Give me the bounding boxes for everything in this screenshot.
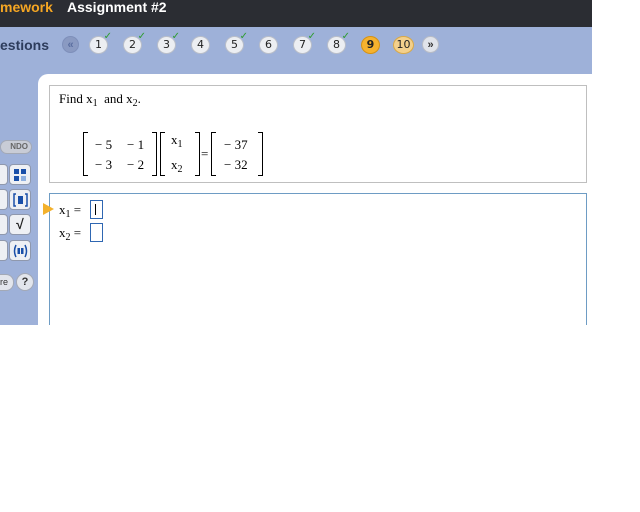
x1-input[interactable] [90,200,103,219]
variable-vector: x1 x2 [160,132,200,176]
assignment-title: Assignment #2 [67,0,167,15]
tool-button-partial[interactable] [0,214,8,235]
question-button-3[interactable]: 3 ✓ [157,32,180,54]
question-button-10[interactable]: 10 [393,36,414,54]
homework-app: mework Assignment #2 estions « 1 ✓ 2 ✓ 3 ✓ … [0,0,592,325]
undo-button[interactable]: NDO [0,140,32,154]
homework-label: mework [0,0,53,15]
answer-row-x2: x2 = [59,225,82,243]
x2-input[interactable] [90,223,103,242]
question-button-8[interactable]: 8 ✓ [327,32,350,54]
answered-check-icon: ✓ [341,31,350,42]
more-tools-button[interactable]: re [0,274,14,291]
answer-box: x1 = x2 = [49,193,587,325]
question-button-4[interactable]: 4 [191,36,210,54]
answer-row-x1: x1 = [59,202,82,220]
question-button-1[interactable]: 1 ✓ [89,32,112,54]
tool-button-partial[interactable] [0,240,8,261]
constant-vector: − 37 − 32 [211,132,263,176]
answered-check-icon: ✓ [137,31,146,42]
tool-button-partial[interactable] [0,164,8,185]
question-button-7[interactable]: 7 ✓ [293,32,316,54]
help-button[interactable]: ? [16,273,34,291]
coefficient-matrix: − 5 − 1 − 3 − 2 [83,132,157,176]
answered-check-icon: ✓ [239,31,248,42]
question-content-area: Find x1 and x2. − 5 − 1 − 3 − 2 x1 x2 = [38,74,592,325]
question-prompt: Find x1 and x2. [59,91,141,109]
question-box: Find x1 and x2. − 5 − 1 − 3 − 2 x1 x2 = [49,85,587,183]
sqrt-icon[interactable]: √ [9,214,31,235]
question-button-9-current[interactable]: 9 [361,36,380,54]
tool-button-partial[interactable] [0,189,8,210]
current-row-pointer-icon [43,203,54,215]
answered-check-icon: ✓ [171,31,180,42]
question-button-2[interactable]: 2 ✓ [123,32,146,54]
questions-label: estions [0,37,50,53]
matrix-template-icon[interactable] [9,164,31,185]
next-question-button[interactable]: » [422,36,439,53]
question-button-6[interactable]: 6 [259,36,278,54]
answered-check-icon: ✓ [103,31,112,42]
bracket-template-icon[interactable] [9,189,31,210]
title-bar: mework Assignment #2 [0,0,592,27]
answered-check-icon: ✓ [307,31,316,42]
equals-sign: = [201,146,209,161]
math-tool-panel: NDO √ re ? [0,138,38,298]
previous-question-button[interactable]: « [62,36,79,53]
parentheses-template-icon[interactable] [9,240,31,261]
question-button-5[interactable]: 5 ✓ [225,32,248,54]
questions-bar: estions « 1 ✓ 2 ✓ 3 ✓ 4 5 ✓ 6 7 ✓ 8 ✓ 9 10 » [0,27,592,63]
